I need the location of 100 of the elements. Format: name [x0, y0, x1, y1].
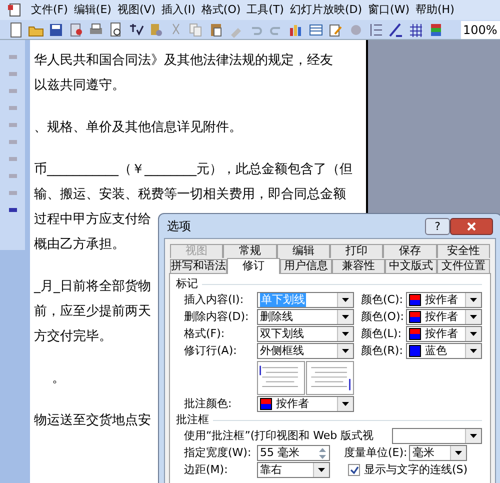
field-label: 度量单位(E): — [344, 446, 408, 460]
dropdown-arrow-button[interactable] — [313, 463, 329, 477]
check-icon — [350, 466, 358, 474]
dialog-tab[interactable]: 兼容性 — [332, 259, 385, 273]
style-dropdown[interactable]: 删除线 — [257, 309, 354, 325]
document-text-line: 概由乙方承担。 — [34, 236, 125, 254]
caret-icon — [342, 402, 349, 406]
dialog-tab[interactable]: 常规 — [223, 244, 277, 258]
grid-icon[interactable] — [408, 22, 424, 38]
zoom-field[interactable]: 100% — [461, 20, 500, 38]
margin-dropdown[interactable]: 靠右 — [257, 462, 330, 478]
caret-icon — [470, 298, 477, 302]
table-icon[interactable] — [308, 22, 324, 38]
caret-icon — [470, 434, 477, 438]
dialog-tab[interactable]: 打印 — [330, 244, 384, 258]
caret-icon — [342, 298, 349, 302]
document-text-line: 方交付完毕。 — [34, 328, 112, 346]
menu-item[interactable]: 插入(I) — [158, 2, 198, 18]
dialog-tab[interactable]: 文件位置 — [437, 259, 490, 273]
document-text-line: 过程中甲方应支付给 — [34, 211, 151, 229]
field-label: 插入内容(I): — [184, 293, 245, 307]
line-spacing-icon[interactable] — [368, 22, 384, 38]
document-text-line: 前，应至少提前两天 — [34, 303, 151, 321]
color-dropdown[interactable]: 蓝色 — [406, 343, 482, 359]
right-border-preview — [306, 361, 354, 395]
menu-item[interactable]: 工具(T) — [244, 2, 287, 18]
dialog-tab[interactable]: 保存 — [383, 244, 437, 258]
field-label: 颜色(O): — [361, 310, 405, 324]
document-text-line: _月_日前将全部货物 — [34, 278, 151, 296]
document-text-line: 物运送至交货地点安 — [34, 412, 151, 430]
field-label: 颜色(C): — [361, 293, 404, 307]
color-dropdown[interactable]: 按作者 — [406, 292, 482, 308]
dropdown-arrow-button[interactable] — [465, 344, 481, 358]
color-dropdown[interactable]: 按作者 — [406, 326, 482, 342]
field-label: 格式(F): — [184, 327, 226, 341]
field-label: 使用“批注框”(打印视图和 Web 版式视 — [184, 429, 374, 443]
color-icon[interactable] — [428, 22, 444, 38]
dropdown-arrow-button[interactable] — [337, 344, 353, 358]
menu-item[interactable]: 窗口(W) — [365, 2, 412, 18]
group-heading: 标记 — [176, 277, 198, 291]
document-text-line: 华人民共和国合同法》及其他法律法规的规定，经友 — [34, 52, 333, 70]
caret-icon — [342, 315, 349, 319]
dropdown-arrow-button[interactable] — [465, 327, 481, 341]
dropdown-arrow-button[interactable] — [450, 446, 466, 460]
checkbox[interactable] — [348, 464, 360, 476]
field-label: 批注颜色: — [184, 397, 233, 411]
save-icon[interactable] — [48, 22, 64, 38]
dialog-tab[interactable]: 中文版式 — [384, 259, 438, 273]
document-text-line: 以兹共同遵守。 — [34, 77, 125, 95]
caret-icon — [342, 332, 349, 336]
dropdown-arrow-button[interactable] — [337, 293, 353, 307]
paste-icon[interactable] — [208, 22, 224, 38]
unit-dropdown[interactable]: 毫米 — [409, 445, 468, 461]
dialog-tab[interactable]: 编辑 — [276, 244, 330, 258]
help-button[interactable]: ? — [425, 218, 450, 234]
style-dropdown[interactable]: 外侧框线 — [257, 343, 354, 359]
caret-icon — [455, 451, 462, 455]
close-icon — [467, 222, 476, 230]
dropdown-arrow-button[interactable] — [465, 293, 481, 307]
field-label: 边距(M): — [184, 463, 229, 477]
dropdown-arrow-button[interactable] — [337, 310, 353, 324]
spinner-arrows-icon — [318, 446, 327, 460]
menu-item[interactable]: 格式(O) — [198, 2, 244, 18]
caret-icon — [470, 332, 477, 336]
caret-icon — [470, 315, 477, 319]
new-document-icon[interactable] — [8, 22, 24, 38]
dialog-tab[interactable]: 拼写和语法 — [170, 259, 227, 273]
document-text-line: 。 — [52, 370, 65, 388]
color-dropdown[interactable]: 按作者 — [257, 396, 354, 412]
document-text-line: 币___________（￥________元），此总金额包含了（但 — [34, 161, 352, 179]
dropdown-arrow-button[interactable] — [337, 327, 353, 341]
spelling-icon[interactable] — [128, 22, 144, 38]
close-button[interactable] — [450, 218, 493, 234]
menu-item[interactable]: 编辑(E) — [70, 2, 114, 18]
dialog-title: 选项 — [167, 218, 191, 235]
dialog-tab[interactable]: 修订 — [227, 258, 280, 274]
width-spinner[interactable]: 55 毫米 — [257, 445, 330, 461]
color-dropdown[interactable]: 按作者 — [406, 309, 482, 325]
field-label: 颜色(R): — [361, 344, 404, 358]
dropdown-arrow-button[interactable] — [465, 429, 481, 443]
field-label: 修订行(A): — [184, 344, 238, 358]
dialog-tab[interactable]: 安全性 — [436, 244, 490, 258]
field-label: 删除内容(D): — [184, 310, 250, 324]
menu-item[interactable]: 视图(V) — [114, 2, 159, 18]
menu-item[interactable]: 文件(F) — [28, 2, 71, 18]
caret-icon — [318, 468, 325, 472]
pencil-icon[interactable] — [328, 22, 344, 38]
document-text-line: 输、搬运、安装、税费等一切相关费用，即合同总金额 — [34, 186, 346, 204]
caret-icon — [342, 349, 349, 353]
balloons-dropdown[interactable] — [392, 428, 482, 444]
menu-item[interactable]: 幻灯片放映(D) — [286, 2, 366, 18]
style-dropdown[interactable]: 双下划线 — [257, 326, 354, 342]
document-icon[interactable] — [8, 3, 22, 17]
menu-item[interactable]: 帮助(H) — [412, 2, 458, 18]
field-label: 指定宽度(W): — [184, 446, 252, 460]
dropdown-arrow-button[interactable] — [337, 397, 353, 411]
document-text-line: 、规格、单价及其他信息详见附件。 — [34, 119, 242, 137]
dropdown-arrow-button[interactable] — [465, 310, 481, 324]
dialog-tab[interactable]: 用户信息 — [280, 259, 332, 273]
left-border-preview — [257, 361, 305, 395]
